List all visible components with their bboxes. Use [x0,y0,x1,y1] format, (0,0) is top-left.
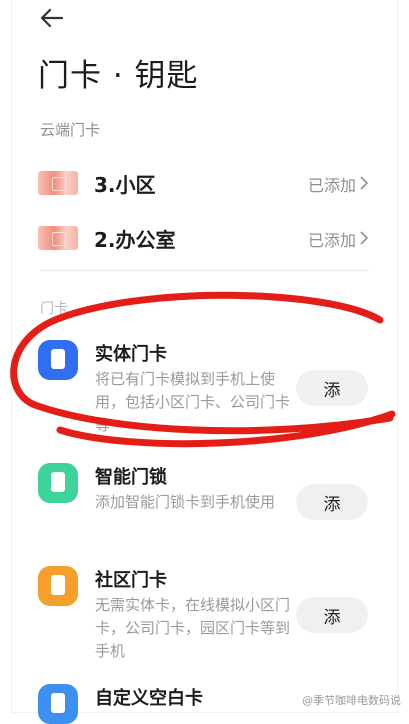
red-circle-annotation [10,291,396,448]
watermark: @季节咖啡电数码说 [302,694,401,707]
